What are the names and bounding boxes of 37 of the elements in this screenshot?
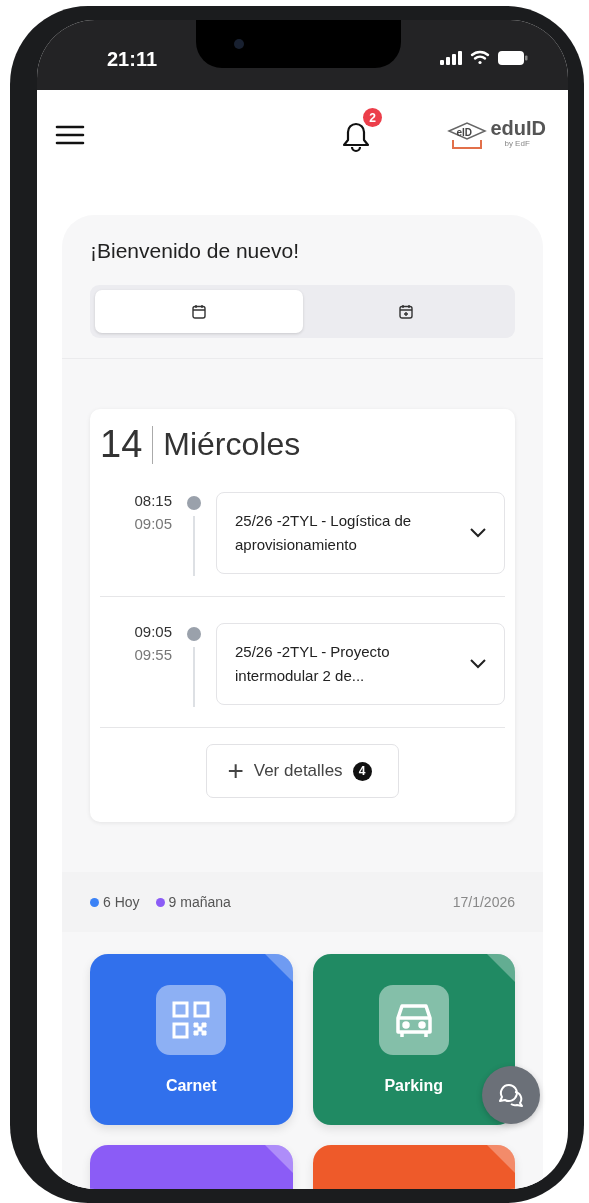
welcome-title: ¡Bienvenido de nuevo! (90, 239, 300, 263)
notification-count: 2 (363, 108, 382, 127)
date-label: 17/1/2026 (452, 894, 515, 910)
signal-icon (440, 50, 462, 65)
shortcut-tile[interactable]: Parking (312, 954, 515, 1125)
tile-corner-fold (487, 954, 515, 982)
day-number: 14 (100, 423, 143, 466)
chevron-down-icon (470, 528, 486, 538)
logo-byline: by EdF (504, 139, 531, 148)
chat-bubbles-icon (498, 1083, 524, 1107)
start-time: 09:05 (134, 623, 172, 640)
view-tab[interactable] (95, 290, 303, 333)
timeline-dot (187, 496, 201, 510)
details-button[interactable]: + Ver detalles 4 (206, 744, 399, 798)
legend-label: 9 mañana (168, 894, 231, 910)
end-time: 09:05 (134, 515, 172, 532)
shortcut-tile[interactable]: Carnet (90, 954, 293, 1125)
calendar-icon (191, 304, 206, 319)
calendar-plus-icon (399, 304, 414, 319)
logo-name: eduID (490, 117, 546, 139)
qr-code-icon (172, 1000, 211, 1039)
status-time: 21:11 (107, 48, 158, 71)
weekday-title: Miércoles (163, 426, 301, 463)
class-item[interactable]: 25/26 -2TYL - Logística de aprovisionamiento (216, 492, 505, 574)
logo-mark: eID (447, 121, 488, 151)
class-item[interactable]: 25/26 -2TYL - Proyecto intermodular 2 de... (216, 623, 505, 705)
battery-icon (498, 50, 528, 65)
chevron-down-icon (470, 659, 486, 669)
details-count: 4 (352, 761, 372, 781)
menu-icon[interactable] (55, 125, 85, 145)
timeline-dot (187, 627, 201, 641)
legend-label: 6 Hoy (103, 894, 140, 910)
start-time: 08:15 (134, 492, 172, 509)
car-icon (393, 1001, 434, 1038)
wifi-icon (470, 50, 490, 65)
end-time: 09:55 (134, 646, 172, 663)
bell-icon[interactable] (341, 121, 371, 153)
